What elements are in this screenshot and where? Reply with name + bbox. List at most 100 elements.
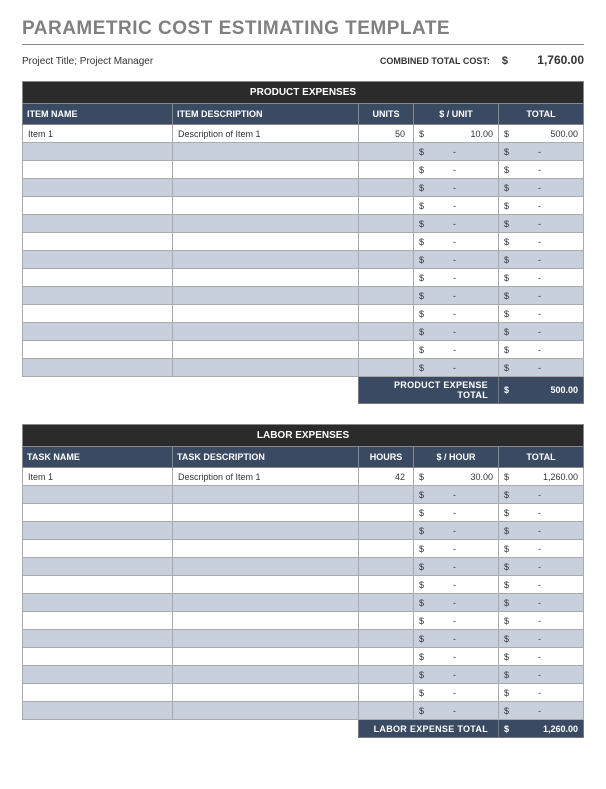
rate-cell[interactable]: $30.00 xyxy=(414,468,499,486)
item-name-cell[interactable] xyxy=(23,540,173,558)
units-cell[interactable] xyxy=(359,648,414,666)
item-name-cell[interactable] xyxy=(23,648,173,666)
item-name-cell[interactable] xyxy=(23,143,173,161)
rate-cell[interactable]: $- xyxy=(414,269,499,287)
rate-cell[interactable]: $- xyxy=(414,341,499,359)
units-cell[interactable] xyxy=(359,215,414,233)
units-cell[interactable] xyxy=(359,233,414,251)
rate-cell[interactable]: $- xyxy=(414,359,499,377)
rate-cell[interactable]: $- xyxy=(414,576,499,594)
rate-cell[interactable]: $- xyxy=(414,179,499,197)
item-name-cell[interactable] xyxy=(23,179,173,197)
item-name-cell[interactable] xyxy=(23,558,173,576)
units-cell[interactable] xyxy=(359,558,414,576)
item-name-cell[interactable] xyxy=(23,702,173,720)
units-cell[interactable] xyxy=(359,594,414,612)
item-desc-cell[interactable]: Description of Item 1 xyxy=(173,125,359,143)
item-name-cell[interactable] xyxy=(23,576,173,594)
item-desc-cell[interactable] xyxy=(173,287,359,305)
rate-cell[interactable]: $- xyxy=(414,305,499,323)
rate-cell[interactable]: $- xyxy=(414,648,499,666)
item-desc-cell[interactable] xyxy=(173,359,359,377)
units-cell[interactable] xyxy=(359,702,414,720)
units-cell[interactable] xyxy=(359,612,414,630)
item-desc-cell[interactable] xyxy=(173,630,359,648)
item-name-cell[interactable] xyxy=(23,323,173,341)
item-desc-cell[interactable] xyxy=(173,486,359,504)
units-cell[interactable] xyxy=(359,576,414,594)
units-cell[interactable] xyxy=(359,161,414,179)
units-cell[interactable] xyxy=(359,341,414,359)
item-desc-cell[interactable] xyxy=(173,504,359,522)
item-name-cell[interactable] xyxy=(23,684,173,702)
item-name-cell[interactable] xyxy=(23,522,173,540)
item-desc-cell[interactable]: Description of Item 1 xyxy=(173,468,359,486)
item-desc-cell[interactable] xyxy=(173,197,359,215)
item-name-cell[interactable] xyxy=(23,269,173,287)
units-cell[interactable] xyxy=(359,143,414,161)
item-name-cell[interactable] xyxy=(23,233,173,251)
rate-cell[interactable]: $- xyxy=(414,684,499,702)
rate-cell[interactable]: $- xyxy=(414,251,499,269)
rate-cell[interactable]: $- xyxy=(414,323,499,341)
rate-cell[interactable]: $- xyxy=(414,702,499,720)
item-desc-cell[interactable] xyxy=(173,161,359,179)
item-desc-cell[interactable] xyxy=(173,323,359,341)
units-cell[interactable] xyxy=(359,486,414,504)
units-cell[interactable] xyxy=(359,269,414,287)
units-cell[interactable] xyxy=(359,522,414,540)
item-desc-cell[interactable] xyxy=(173,594,359,612)
item-desc-cell[interactable] xyxy=(173,666,359,684)
item-desc-cell[interactable] xyxy=(173,540,359,558)
rate-cell[interactable]: $- xyxy=(414,540,499,558)
item-desc-cell[interactable] xyxy=(173,558,359,576)
item-desc-cell[interactable] xyxy=(173,648,359,666)
item-name-cell[interactable] xyxy=(23,305,173,323)
item-name-cell[interactable]: Item 1 xyxy=(23,468,173,486)
rate-cell[interactable]: $- xyxy=(414,594,499,612)
units-cell[interactable] xyxy=(359,197,414,215)
units-cell[interactable] xyxy=(359,359,414,377)
units-cell[interactable] xyxy=(359,251,414,269)
item-desc-cell[interactable] xyxy=(173,233,359,251)
item-name-cell[interactable] xyxy=(23,251,173,269)
units-cell[interactable]: 50 xyxy=(359,125,414,143)
rate-cell[interactable]: $- xyxy=(414,287,499,305)
item-desc-cell[interactable] xyxy=(173,522,359,540)
rate-cell[interactable]: $- xyxy=(414,233,499,251)
item-name-cell[interactable] xyxy=(23,504,173,522)
rate-cell[interactable]: $- xyxy=(414,666,499,684)
rate-cell[interactable]: $- xyxy=(414,630,499,648)
item-desc-cell[interactable] xyxy=(173,341,359,359)
units-cell[interactable] xyxy=(359,179,414,197)
rate-cell[interactable]: $10.00 xyxy=(414,125,499,143)
item-desc-cell[interactable] xyxy=(173,215,359,233)
units-cell[interactable] xyxy=(359,287,414,305)
rate-cell[interactable]: $- xyxy=(414,215,499,233)
item-name-cell[interactable] xyxy=(23,341,173,359)
units-cell[interactable] xyxy=(359,666,414,684)
item-desc-cell[interactable] xyxy=(173,612,359,630)
rate-cell[interactable]: $- xyxy=(414,522,499,540)
item-desc-cell[interactable] xyxy=(173,143,359,161)
item-name-cell[interactable]: Item 1 xyxy=(23,125,173,143)
item-desc-cell[interactable] xyxy=(173,179,359,197)
units-cell[interactable] xyxy=(359,630,414,648)
rate-cell[interactable]: $- xyxy=(414,197,499,215)
units-cell[interactable]: 42 xyxy=(359,468,414,486)
units-cell[interactable] xyxy=(359,684,414,702)
item-desc-cell[interactable] xyxy=(173,305,359,323)
rate-cell[interactable]: $- xyxy=(414,486,499,504)
rate-cell[interactable]: $- xyxy=(414,612,499,630)
item-name-cell[interactable] xyxy=(23,486,173,504)
item-name-cell[interactable] xyxy=(23,359,173,377)
rate-cell[interactable]: $- xyxy=(414,504,499,522)
units-cell[interactable] xyxy=(359,540,414,558)
item-name-cell[interactable] xyxy=(23,594,173,612)
item-name-cell[interactable] xyxy=(23,612,173,630)
units-cell[interactable] xyxy=(359,323,414,341)
item-name-cell[interactable] xyxy=(23,666,173,684)
item-desc-cell[interactable] xyxy=(173,684,359,702)
rate-cell[interactable]: $- xyxy=(414,143,499,161)
item-desc-cell[interactable] xyxy=(173,702,359,720)
